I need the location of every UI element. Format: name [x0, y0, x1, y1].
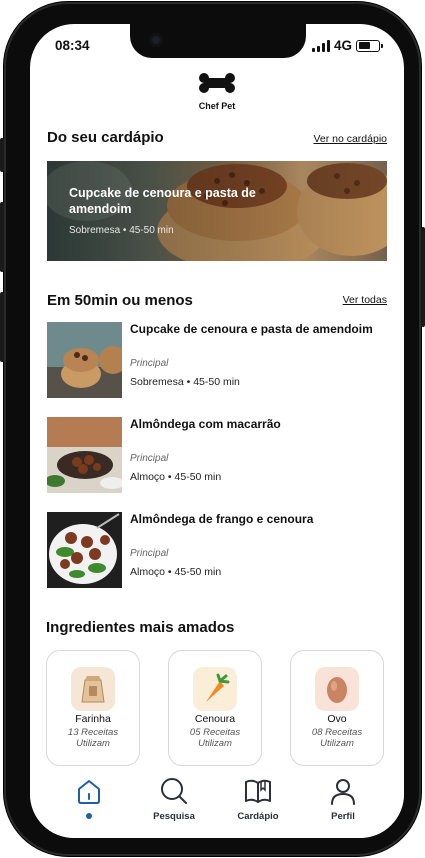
recipe-thumbnail [47, 322, 122, 398]
ingredient-name: Ovo [327, 713, 347, 725]
ingredient-count: 05 Receitas Utilizam [189, 727, 241, 750]
ingredient-count: 13 Receitas Utilizam [67, 727, 119, 750]
tab-home[interactable] [59, 776, 119, 819]
home-icon [78, 780, 100, 804]
ingredient-card[interactable]: Cenoura 05 Receitas Utilizam [168, 650, 262, 766]
ingredients-section-title: Ingredientes mais amados [46, 619, 235, 636]
tab-label: Pesquisa [153, 811, 195, 822]
recipe-thumbnail [47, 417, 122, 493]
recipe-meta: Sobremesa • 45-50 min [130, 376, 240, 388]
ingredient-card[interactable]: Farinha 13 Receitas Utilizam [46, 650, 140, 766]
recipe-category: Principal [130, 548, 169, 559]
quick-section-title: Em 50min ou menos [47, 292, 193, 309]
search-icon [161, 778, 187, 804]
phone-frame: 08:34 4G Chef Pet Do seu cardápio Ver no… [0, 2, 425, 856]
recipe-item[interactable]: Almôndega com macarrão Principal Almoço … [47, 417, 387, 493]
app-name: Chef Pet [198, 101, 236, 111]
egg-icon [315, 667, 359, 711]
network-label: 4G [333, 38, 352, 53]
featured-recipe-title: Cupcake de cenoura e pasta de amendoim [69, 186, 256, 217]
recipe-meta: Almoço • 45-50 min [130, 471, 222, 483]
recipe-title: Cupcake de cenoura e pasta de amendoim [130, 322, 373, 336]
ingredient-name: Farinha [75, 713, 111, 725]
tab-profile[interactable]: Perfil [313, 776, 373, 822]
user-icon [331, 779, 355, 805]
app-screen: 08:34 4G Chef Pet Do seu cardápio Ver no… [30, 24, 404, 838]
ingredient-card[interactable]: Ovo 08 Receitas Utilizam [290, 650, 384, 766]
carrot-icon [193, 667, 237, 711]
book-icon [245, 779, 271, 803]
ingredient-name: Cenoura [194, 713, 236, 725]
recipe-item[interactable]: Cupcake de cenoura e pasta de amendoim P… [47, 322, 387, 398]
active-indicator [86, 813, 92, 819]
tab-menu[interactable]: Cardápio [228, 776, 288, 822]
flour-sack-icon [71, 667, 115, 711]
status-bar: 08:34 4G [30, 36, 404, 56]
see-menu-link[interactable]: Ver no cardápio [313, 133, 387, 145]
see-all-link[interactable]: Ver todas [343, 294, 387, 306]
featured-recipe-card[interactable]: Cupcake de cenoura e pasta de amendoim S… [47, 161, 387, 261]
app-logo: Chef Pet [30, 72, 404, 111]
side-button [0, 202, 4, 272]
menu-section-title: Do seu cardápio [47, 129, 164, 146]
bottom-tab-bar: Pesquisa Cardápio Perfil [30, 768, 404, 838]
signal-icon [311, 39, 330, 52]
side-button [0, 138, 4, 172]
status-time: 08:34 [55, 38, 90, 53]
tab-label: Perfil [331, 811, 355, 822]
side-button [421, 227, 425, 327]
recipe-category: Principal [130, 358, 169, 369]
ingredient-count: 08 Receitas Utilizam [311, 727, 363, 750]
recipe-meta: Almoço • 45-50 min [130, 566, 222, 578]
recipe-thumbnail [47, 512, 122, 588]
tab-search[interactable]: Pesquisa [144, 776, 204, 822]
recipe-title: Almôndega de frango e cenoura [130, 512, 314, 526]
bone-icon [199, 73, 235, 93]
tab-label: Cardápio [237, 811, 279, 822]
recipe-title: Almôndega com macarrão [130, 417, 281, 431]
side-button [0, 292, 4, 362]
battery-icon [356, 39, 383, 52]
recipe-item[interactable]: Almôndega de frango e cenoura Principal … [47, 512, 387, 588]
recipe-category: Principal [130, 453, 169, 464]
featured-recipe-meta: Sobremesa • 45-50 min [69, 225, 174, 236]
